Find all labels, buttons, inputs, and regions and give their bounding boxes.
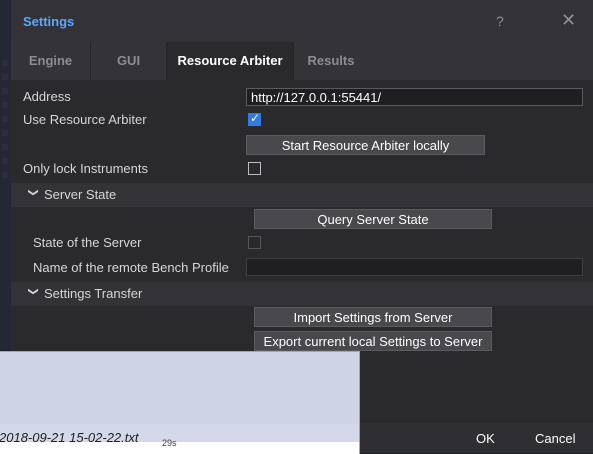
query-server-state-button[interactable]: Query Server State	[254, 209, 492, 229]
chevron-down-icon: ❯	[27, 287, 39, 296]
state-of-server-checkbox	[248, 236, 261, 249]
server-state-section-header[interactable]: ❯ Server State	[11, 183, 593, 207]
chevron-down-icon: ❯	[27, 188, 39, 197]
background-window-strip	[0, 0, 11, 350]
tab-resource-arbiter[interactable]: Resource Arbiter	[167, 42, 294, 80]
overlay-footer: 29s	[0, 438, 359, 454]
bench-profile-label: Name of the remote Bench Profile	[33, 260, 229, 275]
server-state-section-title: Server State	[44, 187, 117, 202]
settings-transfer-section-header[interactable]: ❯ Settings Transfer	[11, 282, 593, 306]
tab-bar-filler	[368, 42, 593, 80]
export-settings-button[interactable]: Export current local Settings to Server	[254, 331, 492, 351]
tab-results[interactable]: Results	[294, 42, 369, 80]
title-bar: Settings ? ✕	[11, 0, 593, 42]
cancel-button[interactable]: Cancel	[535, 431, 575, 446]
tab-gui[interactable]: GUI	[91, 42, 167, 80]
tab-engine[interactable]: Engine	[11, 42, 91, 80]
use-resource-arbiter-checkbox[interactable]	[248, 111, 261, 126]
settings-transfer-section-title: Settings Transfer	[44, 286, 143, 301]
import-settings-button[interactable]: Import Settings from Server	[254, 307, 492, 327]
overlay-footer-text: 29s	[162, 438, 177, 448]
close-icon[interactable]: ✕	[561, 10, 576, 31]
address-label: Address	[23, 89, 71, 104]
start-resource-arbiter-button[interactable]: Start Resource Arbiter locally	[246, 135, 485, 155]
use-resource-arbiter-label: Use Resource Arbiter	[23, 112, 147, 127]
only-lock-instruments-checkbox[interactable]	[248, 162, 261, 175]
ok-button[interactable]: OK	[476, 431, 495, 446]
only-lock-instruments-label: Only lock Instruments	[23, 161, 148, 176]
help-icon[interactable]: ?	[496, 13, 504, 29]
state-of-server-label: State of the Server	[33, 235, 142, 250]
overlay-band	[0, 352, 359, 424]
address-input[interactable]: http://127.0.0.1:55441/	[246, 88, 583, 106]
dialog-title: Settings	[23, 14, 75, 29]
bench-profile-field[interactable]	[246, 258, 583, 276]
overlay-window: 2018-09-21 15-02-22.txt 29s	[0, 351, 360, 454]
